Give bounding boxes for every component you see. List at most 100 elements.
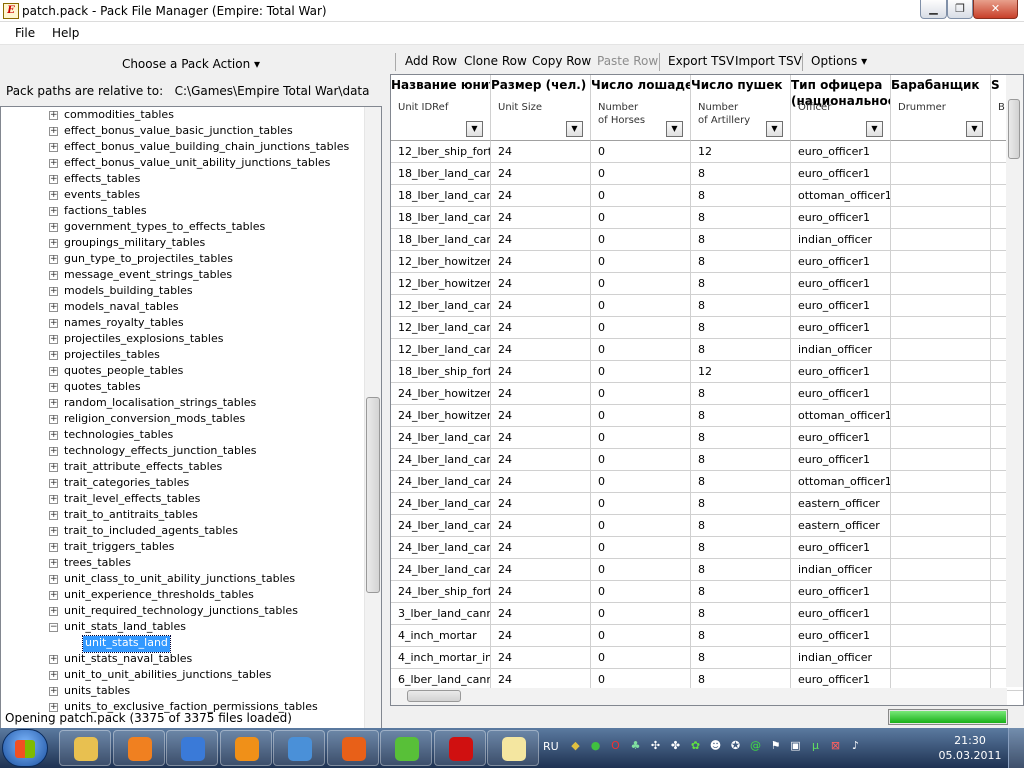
table-cell[interactable]: 3_lber_land_cann bbox=[391, 603, 491, 625]
table-cell[interactable]: 24_lber_land_can bbox=[391, 515, 491, 537]
table-cell[interactable]: 0 bbox=[591, 361, 691, 383]
table-cell[interactable] bbox=[891, 273, 991, 295]
table-cell[interactable] bbox=[891, 295, 991, 317]
tray-c-icon[interactable]: ♣ bbox=[628, 738, 644, 754]
start-button[interactable] bbox=[2, 729, 48, 767]
expand-icon[interactable]: + bbox=[49, 334, 58, 344]
expand-icon[interactable]: + bbox=[49, 142, 58, 152]
table-cell[interactable]: 24 bbox=[491, 559, 591, 581]
column-header[interactable]: Название юнита Unit IDRef ▼ bbox=[391, 75, 491, 141]
table-cell[interactable] bbox=[891, 581, 991, 603]
table-cell[interactable]: 18_lber_land_can bbox=[391, 163, 491, 185]
grid-horizontal-scroll-thumb[interactable] bbox=[407, 690, 461, 702]
tree-item[interactable]: + models_building_tables bbox=[49, 284, 193, 300]
tree-item[interactable]: + effects_tables bbox=[49, 172, 140, 188]
tree-item[interactable]: + trait_level_effects_tables bbox=[49, 492, 200, 508]
table-cell[interactable]: 24_lber_ship_fort_ bbox=[391, 581, 491, 603]
tree-item[interactable]: + effect_bonus_value_building_chain_junct… bbox=[49, 140, 349, 156]
table-cell[interactable]: 24 bbox=[491, 449, 591, 471]
clone-row-button[interactable]: Clone Row bbox=[464, 54, 527, 68]
collapse-icon[interactable]: − bbox=[49, 622, 58, 632]
table-cell[interactable]: 24 bbox=[491, 603, 591, 625]
tray-b-icon[interactable]: ● bbox=[588, 738, 604, 754]
tree-item[interactable]: + gun_type_to_projectiles_tables bbox=[49, 252, 233, 268]
table-cell[interactable] bbox=[891, 339, 991, 361]
column-header[interactable]: Барабанщик Drummer ▼ bbox=[891, 75, 991, 141]
table-cell[interactable]: euro_officer1 bbox=[791, 317, 891, 339]
tree-item[interactable]: + government_types_to_effects_tables bbox=[49, 220, 265, 236]
table-cell[interactable]: 12_lber_land_can bbox=[391, 317, 491, 339]
expand-icon[interactable]: + bbox=[49, 238, 58, 248]
tree-item[interactable]: + groupings_military_tables bbox=[49, 236, 205, 252]
table-cell[interactable]: 24_lber_howitzer_ bbox=[391, 405, 491, 427]
tree-item[interactable]: + unit_to_unit_abilities_junctions_tables bbox=[49, 668, 271, 684]
data-grid[interactable]: Название юнита Unit IDRef ▼ Размер (чел.) Un… bbox=[390, 74, 1024, 706]
table-cell[interactable]: 24 bbox=[491, 493, 591, 515]
tray-torrent-icon[interactable]: µ bbox=[808, 738, 824, 754]
table-cell[interactable]: 4_inch_mortar bbox=[391, 625, 491, 647]
table-cell[interactable]: 24 bbox=[491, 251, 591, 273]
tree-item[interactable]: + names_royalty_tables bbox=[49, 316, 184, 332]
table-cell[interactable]: euro_officer1 bbox=[791, 361, 891, 383]
table-cell[interactable]: 12_lber_howitzer bbox=[391, 251, 491, 273]
table-cell[interactable]: 0 bbox=[591, 229, 691, 251]
table-cell[interactable] bbox=[891, 405, 991, 427]
column-filter-dropdown-icon[interactable]: ▼ bbox=[666, 121, 683, 137]
table-cell[interactable]: euro_officer1 bbox=[791, 449, 891, 471]
table-cell[interactable]: 24 bbox=[491, 185, 591, 207]
expand-icon[interactable]: + bbox=[49, 686, 58, 696]
table-cell[interactable]: 24 bbox=[491, 163, 591, 185]
table-cell[interactable]: euro_officer1 bbox=[791, 581, 891, 603]
tree-item[interactable]: + trait_triggers_tables bbox=[49, 540, 174, 556]
table-cell[interactable]: 0 bbox=[591, 625, 691, 647]
table-cell[interactable]: 8 bbox=[691, 625, 791, 647]
table-cell[interactable]: 24 bbox=[491, 317, 591, 339]
tree-item[interactable]: + trait_categories_tables bbox=[49, 476, 189, 492]
table-cell[interactable]: 12_lber_land_can bbox=[391, 339, 491, 361]
expand-icon[interactable]: + bbox=[49, 366, 58, 376]
expand-icon[interactable]: + bbox=[49, 462, 58, 472]
table-cell[interactable]: 24 bbox=[491, 647, 591, 669]
expand-icon[interactable]: + bbox=[49, 654, 58, 664]
table-cell[interactable] bbox=[891, 317, 991, 339]
table-cell[interactable]: 12_lber_howitzer_ bbox=[391, 273, 491, 295]
expand-icon[interactable]: + bbox=[49, 590, 58, 600]
table-cell[interactable]: 0 bbox=[591, 207, 691, 229]
table-cell[interactable]: 0 bbox=[591, 383, 691, 405]
expand-icon[interactable]: + bbox=[49, 414, 58, 424]
table-cell[interactable]: 0 bbox=[591, 251, 691, 273]
expand-icon[interactable]: + bbox=[49, 574, 58, 584]
table-cell[interactable]: 8 bbox=[691, 405, 791, 427]
table-cell[interactable] bbox=[891, 251, 991, 273]
table-cell[interactable]: 12_lber_ship_fort_ bbox=[391, 141, 491, 163]
table-cell[interactable]: 0 bbox=[591, 317, 691, 339]
table-cell[interactable]: 24 bbox=[491, 471, 591, 493]
table-cell[interactable]: 0 bbox=[591, 493, 691, 515]
table-cell[interactable]: ottoman_officer1 bbox=[791, 185, 891, 207]
table-cell[interactable]: 8 bbox=[691, 251, 791, 273]
table-cell[interactable] bbox=[891, 185, 991, 207]
table-cell[interactable]: euro_officer1 bbox=[791, 427, 891, 449]
import-tsv-button[interactable]: Import TSV bbox=[735, 54, 802, 68]
taskbar-app-internet-explorer[interactable] bbox=[166, 730, 218, 766]
tray-icq-icon[interactable]: ✿ bbox=[688, 738, 704, 754]
table-cell[interactable]: euro_officer1 bbox=[791, 383, 891, 405]
table-cell[interactable] bbox=[891, 537, 991, 559]
table-cell[interactable] bbox=[891, 207, 991, 229]
tree-item[interactable]: − unit_stats_land_tables bbox=[49, 620, 186, 636]
tree-item[interactable]: + models_naval_tables bbox=[49, 300, 179, 316]
tray-flag-icon[interactable]: ⚑ bbox=[768, 738, 784, 754]
expand-icon[interactable]: + bbox=[49, 606, 58, 616]
table-cell[interactable]: 8 bbox=[691, 295, 791, 317]
column-filter-dropdown-icon[interactable]: ▼ bbox=[566, 121, 583, 137]
table-cell[interactable]: 24_lber_land_can bbox=[391, 427, 491, 449]
tray-h-icon[interactable]: @ bbox=[748, 738, 764, 754]
table-cell[interactable]: 0 bbox=[591, 537, 691, 559]
expand-icon[interactable]: + bbox=[49, 222, 58, 232]
table-cell[interactable]: euro_officer1 bbox=[791, 251, 891, 273]
table-cell[interactable]: 8 bbox=[691, 185, 791, 207]
table-cell[interactable]: euro_officer1 bbox=[791, 295, 891, 317]
tray-network-icon[interactable]: ⊠ bbox=[828, 738, 844, 754]
table-cell[interactable]: euro_officer1 bbox=[791, 207, 891, 229]
table-cell[interactable]: 8 bbox=[691, 647, 791, 669]
